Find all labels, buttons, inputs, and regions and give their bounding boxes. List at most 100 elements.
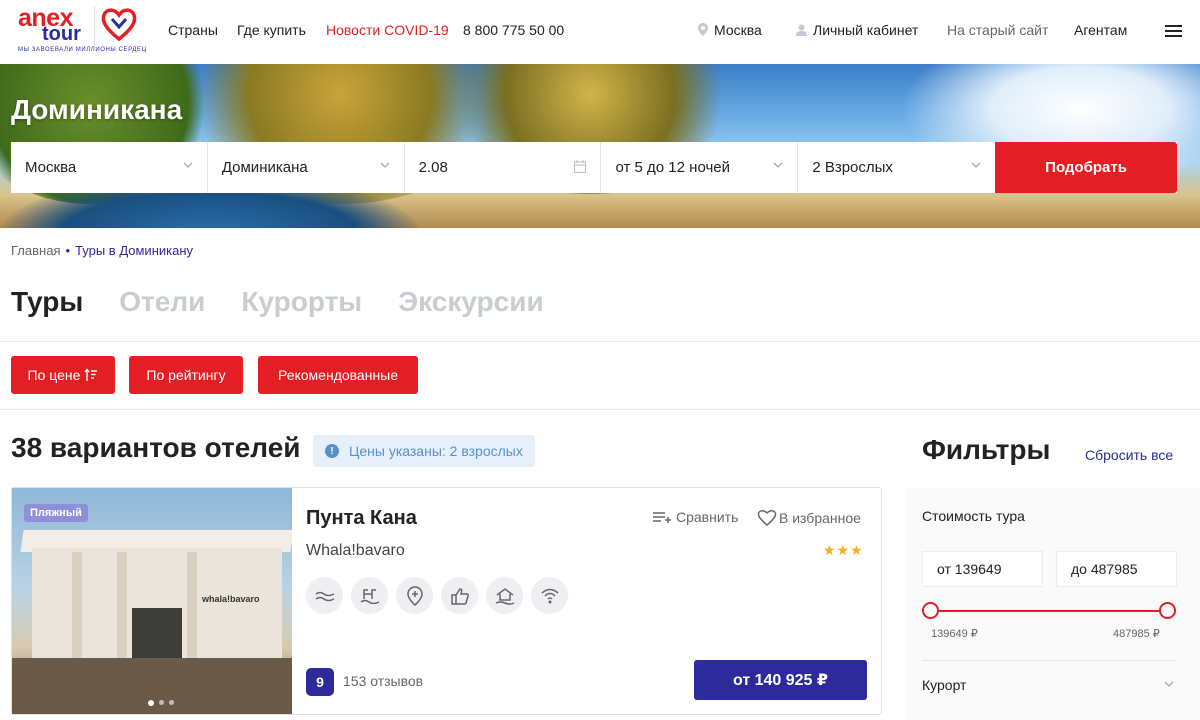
section-tabs: Туры Отели Курорты Экскурсии (11, 286, 544, 318)
sort-order-icon (84, 368, 98, 381)
photo-carousel-dots[interactable] (148, 700, 174, 706)
nights-select[interactable]: от 5 до 12 ночей (601, 142, 799, 193)
divider (0, 341, 1200, 342)
heart-logo-icon (101, 8, 137, 42)
tour-search-form: Москва Доминикана 2.08 от 5 до 12 ночей … (11, 142, 1177, 193)
departure-city-value: Москва (25, 159, 77, 176)
nav-city-selector[interactable]: Москва (698, 22, 762, 38)
carousel-dot[interactable] (159, 700, 164, 705)
chevron-down-icon (773, 162, 783, 168)
date-picker[interactable]: 2.08 (404, 142, 602, 193)
sort-by-rating-button[interactable]: По рейтингу (129, 356, 243, 394)
nav-phone-link[interactable]: 8 800 775 50 00 (463, 22, 564, 38)
photo-column (117, 552, 127, 658)
pool-icon[interactable] (306, 577, 343, 614)
destination-value: Доминикана (221, 159, 308, 176)
logo-divider (94, 6, 95, 46)
nav-countries-link[interactable]: Страны (168, 22, 218, 38)
price-slider-min-handle[interactable] (922, 602, 939, 619)
price-slider-max-handle[interactable] (1159, 602, 1176, 619)
photo-entrance (132, 608, 182, 658)
hotel-type-badge: Пляжный (24, 504, 88, 522)
resort-filter-toggle[interactable]: Курорт (922, 677, 966, 693)
hamburger-menu-icon[interactable] (1165, 25, 1182, 37)
nav-account-label: Личный кабинет (813, 22, 919, 38)
search-submit-button[interactable]: Подобрать (995, 142, 1177, 193)
favorite-label: В избранное (779, 509, 861, 526)
results-count-heading: 38 вариантов отелей (11, 432, 301, 463)
nav-agents-link[interactable]: Агентам (1074, 22, 1127, 38)
add-to-compare-icon (653, 512, 671, 523)
rating-score-badge: 9 (306, 668, 334, 696)
chevron-down-icon (380, 162, 390, 168)
nav-account-link[interactable]: Личный кабинет (796, 22, 918, 38)
beach-house-icon[interactable] (486, 577, 523, 614)
hotel-subtitle: Whala!bavaro (306, 542, 405, 559)
filters-heading: Фильтры (922, 434, 1051, 465)
tab-excursions[interactable]: Экскурсии (398, 286, 543, 318)
wifi-icon[interactable] (531, 577, 568, 614)
info-icon: ! (325, 444, 339, 458)
price-to-input[interactable]: до 487985 (1056, 551, 1177, 587)
carousel-dot[interactable] (169, 700, 174, 705)
compare-label: Сравнить (676, 509, 739, 525)
nav-where-to-buy-link[interactable]: Где купить (237, 22, 306, 38)
price-max-label: 487985 ₽ (1113, 628, 1160, 640)
amenities-list (306, 577, 568, 614)
tab-hotels[interactable]: Отели (119, 286, 205, 318)
hotel-card[interactable]: whala!bavaro Пляжный Пунта Кана Whala!ba… (11, 487, 882, 715)
hero-banner: Доминикана Москва Доминикана 2.08 от 5 д… (0, 64, 1200, 228)
price-slider-track[interactable] (930, 610, 1168, 612)
hotel-photo[interactable]: whala!bavaro Пляжный (12, 488, 292, 714)
breadcrumb-separator: • (65, 243, 71, 258)
user-icon (796, 24, 807, 36)
chevron-down-icon[interactable] (1164, 681, 1174, 687)
price-from-input[interactable]: от 139649 (922, 551, 1043, 587)
price-min-label: 139649 ₽ (931, 628, 978, 640)
tab-resorts[interactable]: Курорты (241, 286, 362, 318)
page-title: Доминикана (11, 94, 183, 125)
swimming-icon[interactable] (351, 577, 388, 614)
breadcrumb-home-link[interactable]: Главная (11, 243, 60, 258)
travelers-value: 2 Взрослых (812, 159, 893, 176)
hotel-star-rating: ★★★ (823, 542, 864, 558)
price-button[interactable]: от 140 925 ₽ (694, 660, 867, 700)
heart-icon (757, 510, 777, 526)
departure-city-select[interactable]: Москва (11, 142, 208, 193)
divider (922, 660, 1177, 661)
reset-filters-link[interactable]: Сбросить все (1085, 447, 1173, 463)
price-note-badge: ! Цены указаны: 2 взрослых (313, 435, 535, 467)
location-pin-icon (698, 23, 708, 36)
favorite-button[interactable]: В избранное (757, 509, 861, 526)
thumbs-up-icon[interactable] (441, 577, 478, 614)
reviews-count-link[interactable]: 153 отзывов (343, 673, 423, 689)
logo-tour-text: tour (42, 23, 81, 45)
nights-value: от 5 до 12 ночей (615, 159, 730, 176)
carousel-dot[interactable] (148, 700, 154, 706)
photo-hotel-sign: whala!bavaro (202, 594, 260, 604)
anex-tour-logo[interactable]: anex tour МЫ ЗАВОЕВАЛИ МИЛЛИОНЫ СЕРДЕЦ (16, 4, 146, 56)
destination-select[interactable]: Доминикана (207, 142, 405, 193)
sort-by-price-button[interactable]: По цене (11, 356, 115, 394)
tour-cost-label: Стоимость тура (922, 508, 1025, 524)
price-note-text: Цены указаны: 2 взрослых (349, 443, 523, 459)
divider (0, 409, 1200, 410)
photo-column (187, 552, 197, 658)
hotel-name[interactable]: Пунта Кана (306, 507, 417, 530)
site-header: anex tour МЫ ЗАВОЕВАЛИ МИЛЛИОНЫ СЕРДЕЦ С… (0, 0, 1200, 64)
nav-city-label: Москва (714, 22, 762, 38)
nav-covid-news-link[interactable]: Новости COVID-19 (326, 22, 449, 38)
logo-tagline: МЫ ЗАВОЕВАЛИ МИЛЛИОНЫ СЕРДЕЦ (18, 47, 147, 53)
compare-button[interactable]: Сравнить (653, 509, 738, 525)
calendar-icon (574, 160, 587, 173)
sort-recommended-button[interactable]: Рекомендованные (258, 356, 418, 394)
travelers-select[interactable]: 2 Взрослых (798, 142, 996, 193)
chevron-down-icon (971, 162, 981, 168)
sort-by-price-label: По цене (27, 367, 81, 383)
nav-old-site-link[interactable]: На старый сайт (947, 22, 1048, 38)
date-value: 2.08 (418, 159, 448, 176)
tab-tours[interactable]: Туры (11, 286, 83, 318)
chevron-down-icon (183, 162, 193, 168)
breadcrumb-current-link[interactable]: Туры в Доминикану (75, 243, 193, 258)
location-icon[interactable] (396, 577, 433, 614)
